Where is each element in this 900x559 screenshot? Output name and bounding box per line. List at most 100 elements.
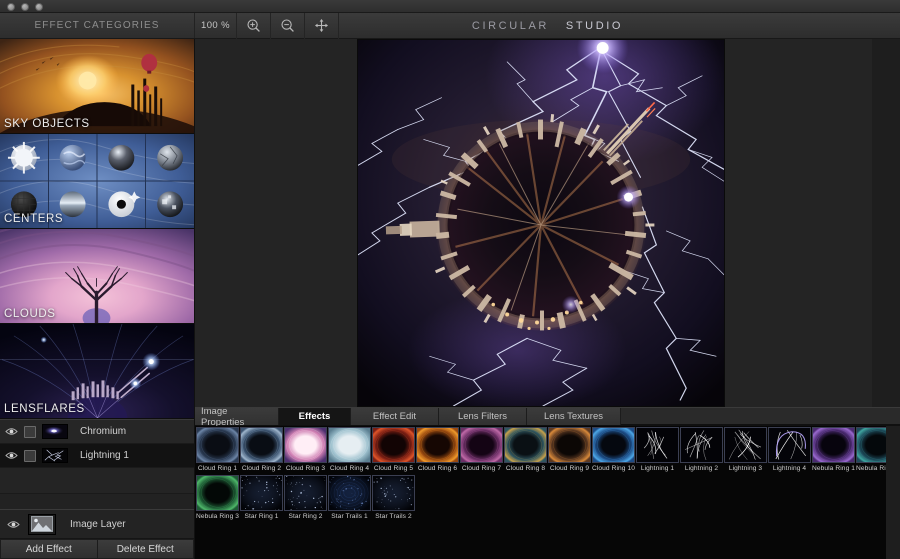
effect-label: Cloud Ring 9 [549, 465, 590, 472]
layer-row-lightning-1[interactable]: Lightning 1 [0, 444, 194, 468]
tab-effect-edit[interactable]: Effect Edit [351, 408, 439, 425]
tab-lens-filters[interactable]: Lens Filters [439, 408, 527, 425]
category-label-centers: CENTERS [4, 213, 64, 225]
effect-item[interactable]: Cloud Ring 6 [416, 427, 459, 474]
picture-icon [31, 516, 53, 532]
effect-item[interactable]: Star Ring 1 [240, 475, 283, 522]
effect-categories-header: EFFECT CATEGORIES [0, 13, 195, 38]
effect-thumbnail [372, 427, 415, 463]
effect-thumb-art [241, 476, 282, 510]
layer-name-lightning-1: Lightning 1 [80, 450, 129, 461]
effect-label: Cloud Ring 4 [329, 465, 370, 472]
effect-item[interactable]: Cloud Ring 2 [240, 427, 283, 474]
effect-item[interactable]: Star Trails 1 [328, 475, 371, 522]
layer-select-checkbox[interactable] [24, 425, 36, 438]
effect-thumbnail [372, 475, 415, 511]
effect-item[interactable]: Star Ring 2 [284, 475, 327, 522]
tab-lens-textures[interactable]: Lens Textures [527, 408, 621, 425]
effect-thumb-art [197, 428, 238, 462]
effect-item[interactable]: Cloud Ring 3 [284, 427, 327, 474]
minimize-button[interactable] [21, 3, 29, 11]
category-centers[interactable]: CENTERS [0, 134, 194, 229]
zoom-controls: 100 % [195, 12, 339, 39]
effect-item[interactable]: Nebula Ring 1 [812, 427, 855, 474]
image-layer-row[interactable]: Image Layer [0, 509, 194, 539]
layer-list: Chromium Lightning 1 [0, 420, 194, 509]
magnifier-plus-icon [247, 19, 260, 32]
effect-thumb-art [373, 476, 414, 510]
add-effect-button[interactable]: Add Effect [0, 539, 98, 559]
zoom-level-value: 100 % [201, 20, 230, 31]
effect-label: Nebula Ring 1 [812, 465, 855, 472]
left-sidebar: SKY OBJECTS CENTERS CLOUDS LENSFLARES Ch… [0, 39, 195, 559]
effect-label: Lightning 3 [728, 465, 763, 472]
effect-thumb-art [241, 428, 282, 462]
effect-item[interactable]: Lightning 4 [768, 427, 811, 474]
tab-effects[interactable]: Effects [279, 408, 351, 425]
pan-tool-button[interactable] [305, 12, 339, 39]
effect-item[interactable]: Nebula Ring 3 [196, 475, 239, 522]
move-arrows-icon [315, 19, 328, 32]
zoom-level-display[interactable]: 100 % [195, 12, 237, 39]
effect-thumb-art [329, 476, 370, 510]
effect-item[interactable]: Cloud Ring 9 [548, 427, 591, 474]
layer-row-empty[interactable] [0, 468, 194, 494]
visibility-eye-icon[interactable] [6, 518, 20, 530]
effect-item[interactable]: Cloud Ring 10 [592, 427, 635, 474]
effect-item[interactable]: Star Trails 2 [372, 475, 415, 522]
effect-thumb-art [725, 428, 766, 462]
delete-effect-button[interactable]: Delete Effect [97, 539, 194, 559]
visibility-eye-icon[interactable] [4, 450, 18, 462]
eye-icon [4, 452, 18, 459]
layer-name-chromium: Chromium [80, 426, 127, 437]
traffic-lights [7, 3, 43, 11]
effect-thumb-art [769, 428, 810, 462]
effect-label: Star Trails 1 [331, 513, 368, 520]
close-button[interactable] [7, 3, 15, 11]
effect-label: Cloud Ring 7 [461, 465, 502, 472]
effect-item[interactable]: Lightning 3 [724, 427, 767, 474]
effect-thumbnail [592, 427, 635, 463]
effect-thumb-art [593, 428, 634, 462]
layer-row-chromium[interactable]: Chromium [0, 420, 194, 444]
layer-select-checkbox[interactable] [24, 449, 36, 462]
effect-label: Lightning 2 [684, 465, 719, 472]
effect-item[interactable]: Cloud Ring 1 [196, 427, 239, 474]
category-lensflares[interactable]: LENSFLARES [0, 324, 194, 419]
effect-thumbnail [460, 427, 503, 463]
visibility-eye-icon[interactable] [4, 426, 18, 438]
tab-image-properties[interactable]: Image Properties [195, 406, 279, 428]
zoom-out-button[interactable] [271, 12, 305, 39]
effect-item[interactable]: Lightning 2 [680, 427, 723, 474]
category-clouds[interactable]: CLOUDS [0, 229, 194, 324]
category-sky-objects[interactable]: SKY OBJECTS [0, 39, 194, 134]
effect-thumb-art [681, 428, 722, 462]
effect-item[interactable]: Cloud Ring 4 [328, 427, 371, 474]
app-title-word2: STUDIO [565, 19, 624, 32]
effect-thumb-art [637, 428, 678, 462]
main-body: SKY OBJECTS CENTERS CLOUDS LENSFLARES Ch… [0, 39, 900, 559]
effect-label: Lightning 1 [640, 465, 675, 472]
effect-label: Nebula Ring 3 [196, 513, 239, 520]
effect-thumbnail [768, 427, 811, 463]
effect-label: Cloud Ring 1 [197, 465, 238, 472]
canvas-area[interactable] [195, 39, 900, 407]
effect-item[interactable]: Cloud Ring 5 [372, 427, 415, 474]
image-canvas[interactable] [356, 39, 725, 407]
effect-item[interactable]: Cloud Ring 7 [460, 427, 503, 474]
effect-thumbnail [680, 427, 723, 463]
effect-thumb-art [197, 476, 238, 510]
effect-label: Cloud Ring 3 [285, 465, 326, 472]
effect-item[interactable]: Lightning 1 [636, 427, 679, 474]
effect-label: Lightning 4 [772, 465, 807, 472]
effect-item[interactable]: Cloud Ring 8 [504, 427, 547, 474]
effects-right-gutter [886, 426, 900, 559]
effects-browser[interactable]: Cloud Ring 1 Cloud Ring 2 Cloud Ring 3 C… [195, 426, 900, 559]
effect-label: Cloud Ring 6 [417, 465, 458, 472]
effect-thumbnail [196, 475, 239, 511]
effect-thumb-art [549, 428, 590, 462]
zoom-button[interactable] [35, 3, 43, 11]
zoom-in-button[interactable] [237, 12, 271, 39]
effect-label: Star Trails 2 [375, 513, 412, 520]
right-panel: Image Properties Effects Effect Edit Len… [195, 39, 900, 559]
